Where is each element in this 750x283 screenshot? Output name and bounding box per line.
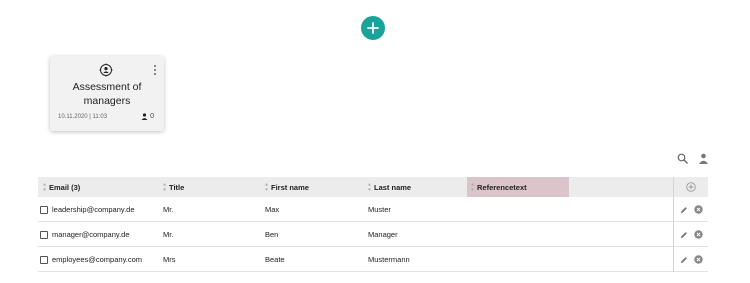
survey-card[interactable]: Assessment of managers 10.11.2020 | 11:0… bbox=[50, 56, 164, 131]
sort-icon bbox=[368, 183, 371, 191]
person-target-icon bbox=[99, 63, 113, 77]
row-checkbox[interactable] bbox=[40, 255, 48, 264]
first-name-cell: Beate bbox=[265, 255, 285, 264]
plus-icon bbox=[367, 22, 379, 34]
table-row: manager@company.de Mr. Ben Manager bbox=[38, 222, 708, 247]
sort-icon bbox=[43, 183, 46, 191]
delete-icon[interactable] bbox=[693, 255, 703, 264]
edit-icon[interactable] bbox=[680, 231, 688, 239]
column-header-title[interactable]: Title bbox=[163, 177, 184, 197]
table-header: Email (3) Title First name Last name Ref… bbox=[38, 177, 708, 197]
email-cell: employees@company.com bbox=[40, 247, 142, 272]
add-button[interactable] bbox=[361, 16, 385, 40]
participant-count-value: 0 bbox=[150, 113, 154, 120]
table-row: leadership@company.de Mr. Max Muster bbox=[38, 197, 708, 222]
column-header-email[interactable]: Email (3) bbox=[43, 177, 80, 197]
email-cell: manager@company.de bbox=[40, 222, 130, 247]
column-header-last-name[interactable]: Last name bbox=[368, 177, 411, 197]
more-menu-icon[interactable] bbox=[152, 64, 158, 76]
delete-icon[interactable] bbox=[693, 205, 703, 214]
row-checkbox[interactable] bbox=[40, 205, 48, 214]
row-checkbox[interactable] bbox=[40, 230, 48, 239]
last-name-cell: Muster bbox=[368, 205, 391, 214]
row-actions bbox=[673, 247, 708, 272]
recipients-table: Email (3) Title First name Last name Ref… bbox=[38, 177, 708, 272]
title-cell: Mr. bbox=[163, 205, 174, 214]
first-name-cell: Ben bbox=[265, 230, 279, 239]
last-name-cell: Manager bbox=[368, 230, 398, 239]
row-actions bbox=[673, 222, 708, 247]
last-name-cell: Mustermann bbox=[368, 255, 410, 264]
row-actions bbox=[673, 197, 708, 222]
add-circle-icon bbox=[686, 182, 696, 192]
user-icon[interactable] bbox=[698, 153, 709, 164]
email-cell: leadership@company.de bbox=[40, 197, 135, 222]
card-date: 10.11.2020 | 11:03 bbox=[58, 114, 108, 120]
title-cell: Mr. bbox=[163, 230, 174, 239]
delete-icon[interactable] bbox=[693, 230, 703, 239]
sort-icon bbox=[265, 183, 268, 191]
column-header-first-name[interactable]: First name bbox=[265, 177, 309, 197]
edit-icon[interactable] bbox=[680, 256, 688, 264]
first-name-cell: Max bbox=[265, 205, 280, 214]
search-icon[interactable] bbox=[677, 153, 688, 164]
card-title: Assessment of managers bbox=[72, 81, 142, 107]
sort-icon bbox=[163, 183, 166, 191]
title-cell: Mrs bbox=[163, 255, 176, 264]
participant-count: 0 bbox=[141, 113, 154, 120]
edit-icon[interactable] bbox=[680, 206, 688, 214]
table-row: employees@company.com Mrs Beate Musterma… bbox=[38, 247, 708, 272]
sort-icon bbox=[471, 183, 474, 191]
add-column-button[interactable] bbox=[673, 177, 708, 197]
user-icon bbox=[141, 113, 148, 120]
column-header-referencetext[interactable]: Referencetext bbox=[467, 177, 569, 197]
